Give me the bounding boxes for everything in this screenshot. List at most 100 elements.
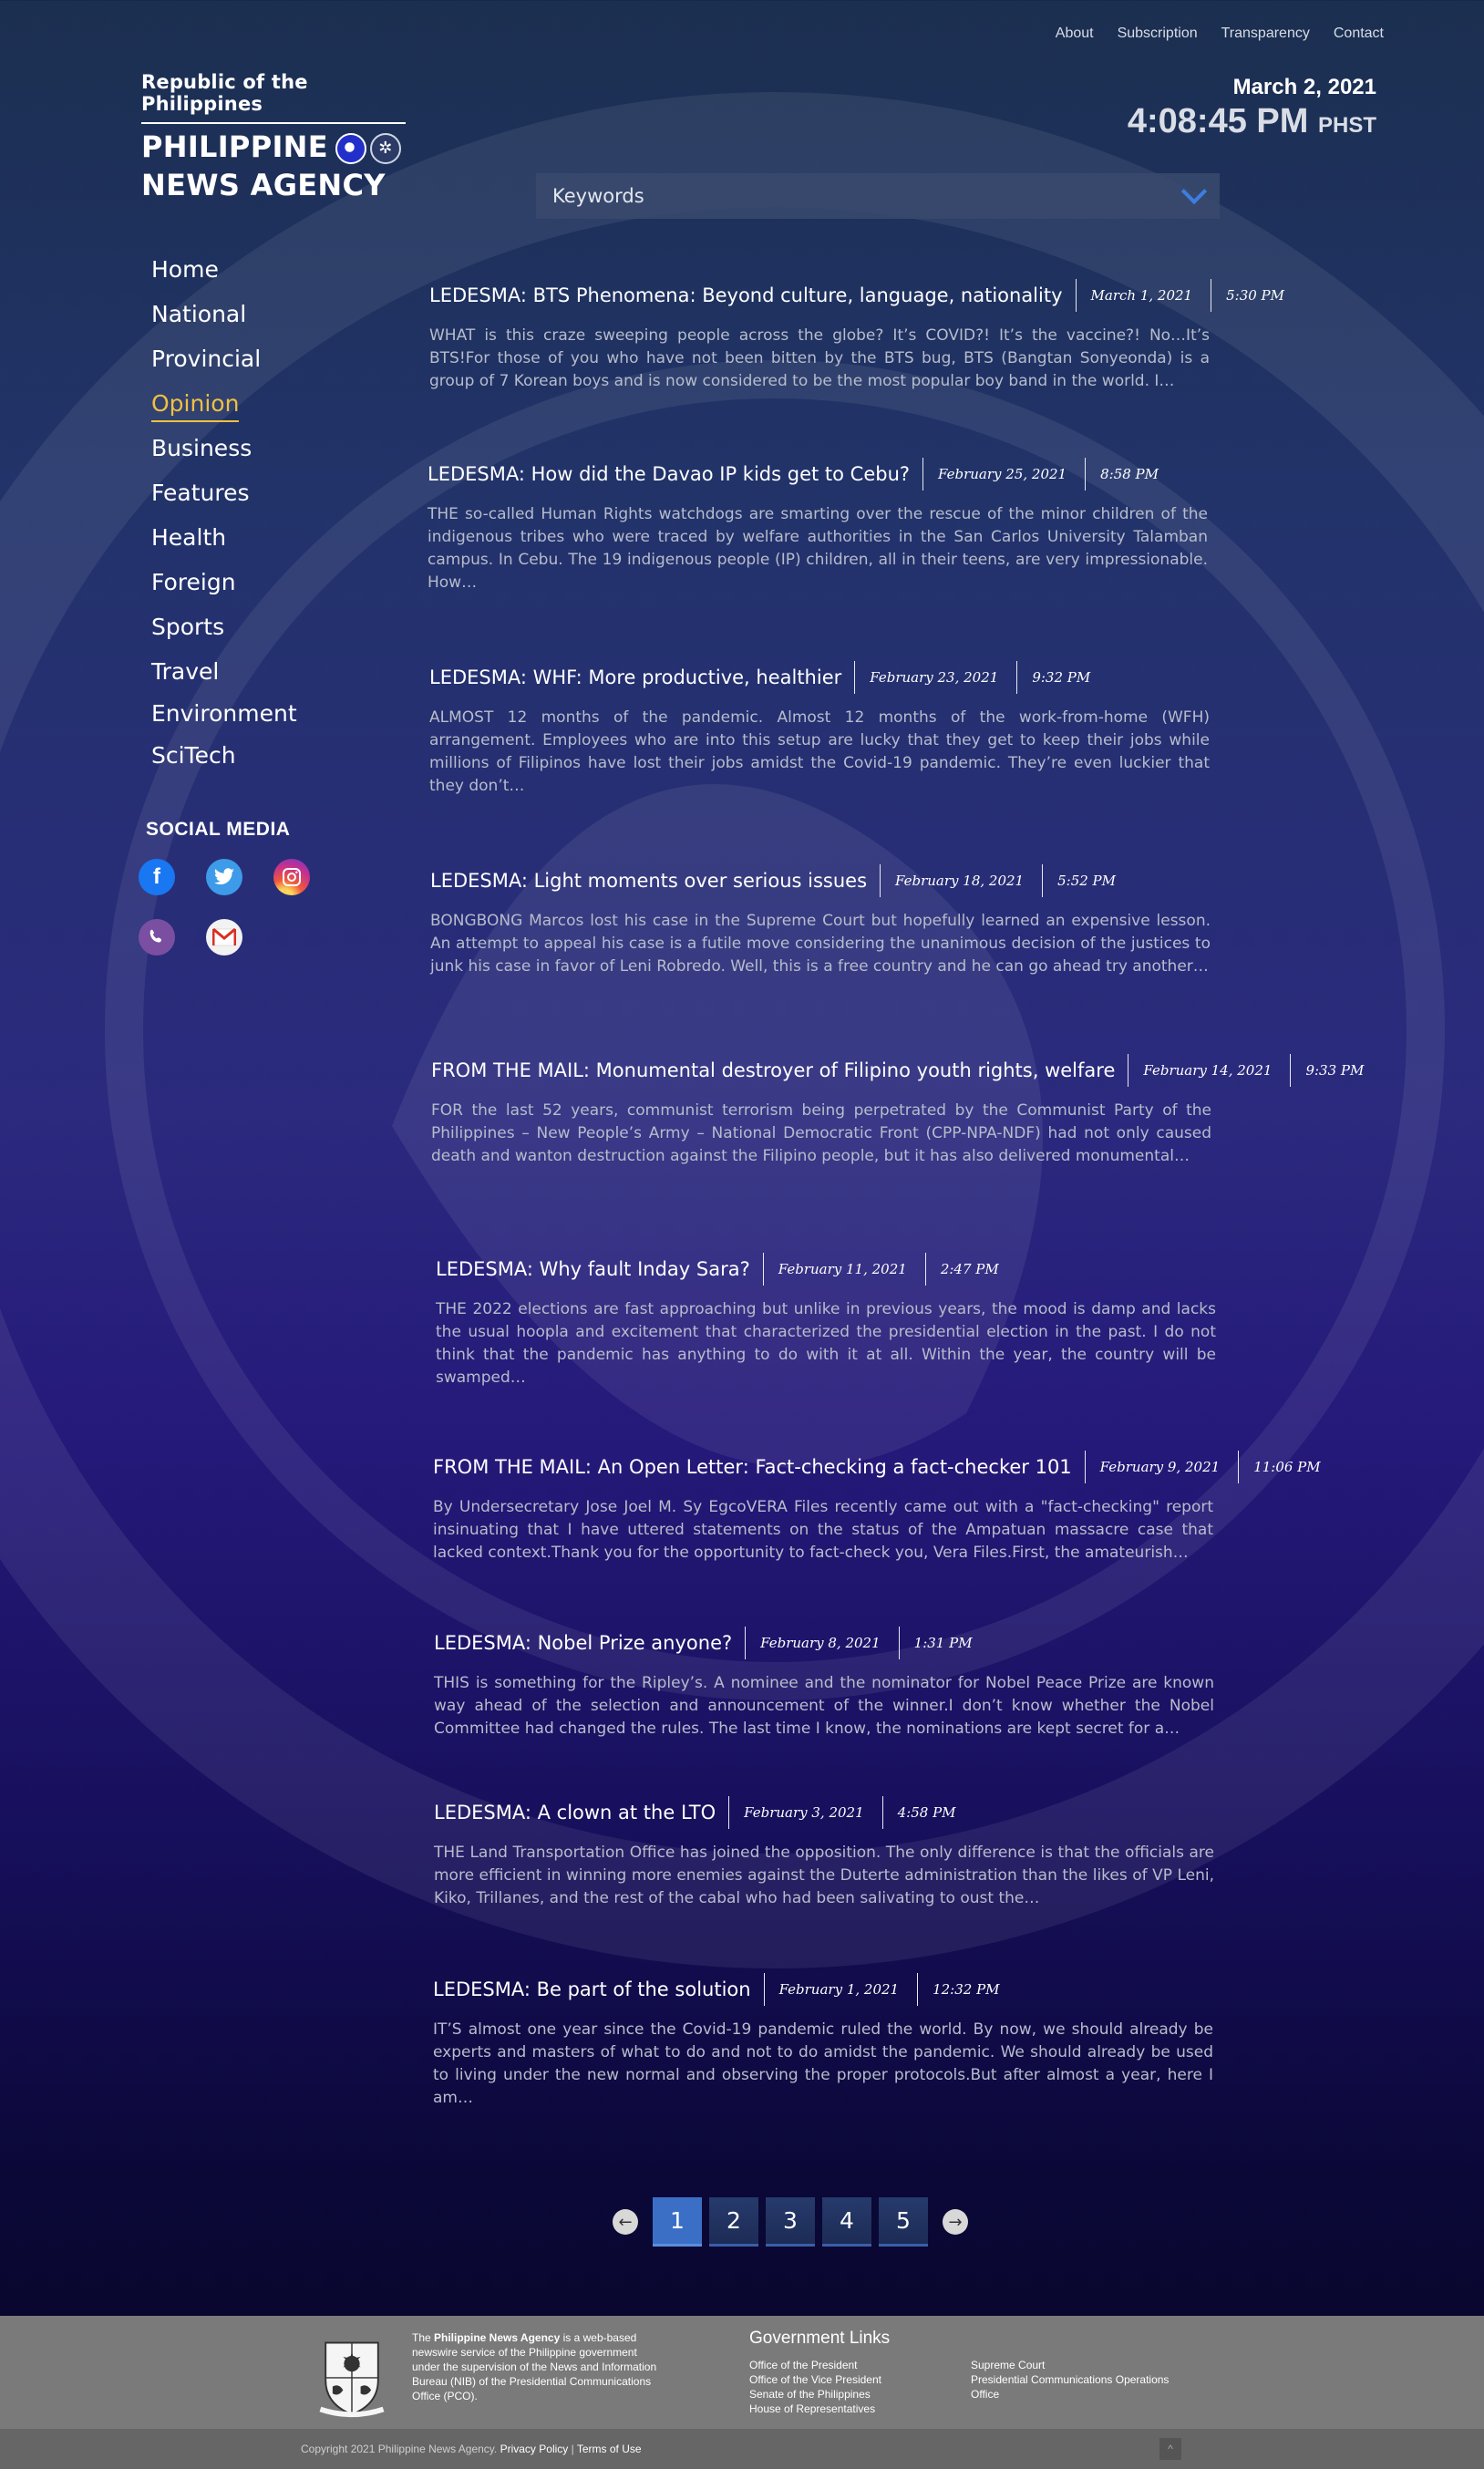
sidebar-item-provincial[interactable]: Provincial [151,341,297,386]
page-3-button[interactable]: 3 [766,2197,815,2247]
article-title-link[interactable]: FROM THE MAIL: An Open Letter: Fact-chec… [433,1456,1072,1478]
terms-of-use-link[interactable]: Terms of Use [577,2443,642,2455]
nav-transparency-link[interactable]: Transparency [1221,26,1310,42]
sidebar-item-scitech[interactable]: SciTech [151,738,297,782]
article-date: February 9, 2021 [1084,1451,1239,1483]
sidebar-item-features[interactable]: Features [151,475,297,520]
sidebar-item-environment[interactable]: Environment [151,696,297,738]
article-item: LEDESMA: Why fault Inday Sara? February … [436,1253,1229,1389]
pco-seal-icon: ✲ [369,133,401,164]
keywords-dropdown[interactable]: Keywords [536,173,1220,219]
facebook-icon[interactable]: f [139,859,175,895]
article-header: LEDESMA: Nobel Prize anyone? February 8,… [434,1627,1227,1659]
logo-line1: PHILIPPINE [141,129,328,164]
sidebar-item-health[interactable]: Health [151,520,297,564]
footer: The Philippine News Agency is a web-base… [0,2316,1484,2429]
article-date: February 25, 2021 [922,458,1085,491]
page-1-button[interactable]: 1 [653,2197,702,2247]
article-item: LEDESMA: Be part of the solution Februar… [433,1973,1226,2110]
next-page-arrow-icon[interactable]: → [943,2209,968,2235]
gov-link[interactable]: Office of the President [749,2358,881,2372]
article-time: 9:32 PM [1016,661,1090,694]
footer-agency-name: Philippine News Agency [434,2331,561,2344]
article-excerpt: FOR the last 52 years, communist terrori… [431,1101,1211,1165]
pna-seal-icon [335,133,366,164]
sidebar-item-home[interactable]: Home [151,252,297,296]
article-title-link[interactable]: LEDESMA: How did the Davao IP kids get t… [428,463,910,485]
gov-link[interactable]: Presidential Communications Operations O… [971,2372,1190,2402]
article-title-link[interactable]: LEDESMA: Be part of the solution [433,1978,751,2000]
logo-republic-text: Republic of the Philippines [141,71,406,124]
article-date: February 3, 2021 [728,1796,882,1829]
sidebar-item-business[interactable]: Business [151,430,297,475]
privacy-policy-link[interactable]: Privacy Policy [500,2443,569,2455]
article-date: February 18, 2021 [880,864,1042,897]
article-item: LEDESMA: Light moments over serious issu… [430,864,1223,978]
article-excerpt: THE Land Transportation Office has joine… [434,1844,1214,1907]
article-header: LEDESMA: Why fault Inday Sara? February … [436,1253,1229,1286]
social-media-title: SOCIAL MEDIA [146,819,291,840]
article-title-link[interactable]: LEDESMA: Light moments over serious issu… [430,870,867,892]
instagram-icon[interactable] [273,859,310,895]
timezone: PHST [1317,113,1376,138]
article-item: LEDESMA: BTS Phenomena: Beyond culture, … [429,279,1284,393]
article-excerpt: THE 2022 elections are fast approaching … [436,1300,1216,1387]
gov-link[interactable]: Office of the Vice President [749,2372,881,2387]
coat-of-arms-icon [319,2341,385,2418]
copyright-bar: Copyright 2021 Philippine News Agency. P… [0,2429,1484,2469]
sidebar-item-travel[interactable]: Travel [151,654,297,696]
logo-name: PHILIPPINE ✲ NEWS AGENCY [141,128,406,204]
article-time: 5:52 PM [1042,864,1116,897]
article-time: 9:33 PM [1290,1054,1364,1087]
article-item: LEDESMA: Nobel Prize anyone? February 8,… [434,1627,1227,1741]
article-header: LEDESMA: Light moments over serious issu… [430,864,1223,897]
article-item: LEDESMA: A clown at the LTO February 3, … [434,1796,1227,1910]
pna-logo[interactable]: Republic of the Philippines PHILIPPINE ✲ … [141,71,406,204]
article-excerpt: THIS is something for the Ripley’s. A no… [434,1674,1214,1738]
sidebar-item-national[interactable]: National [151,296,297,341]
article-title-link[interactable]: LEDESMA: BTS Phenomena: Beyond culture, … [429,284,1063,306]
gov-link[interactable]: Supreme Court [971,2358,1190,2372]
pagination: ← 1 2 3 4 5 → [605,2197,975,2247]
page-5-button[interactable]: 5 [879,2197,928,2247]
gov-link[interactable]: Senate of the Philippines [749,2387,881,2402]
article-header: FROM THE MAIL: Monumental destroyer of F… [431,1054,1364,1087]
gmail-icon[interactable] [206,919,242,956]
nav-subscription-link[interactable]: Subscription [1118,26,1198,42]
nav-contact-link[interactable]: Contact [1334,26,1384,42]
nav-about-link[interactable]: About [1056,26,1094,42]
article-item: LEDESMA: How did the Davao IP kids get t… [428,458,1221,594]
article-title-link[interactable]: LEDESMA: Why fault Inday Sara? [436,1258,750,1280]
sidebar-item-foreign[interactable]: Foreign [151,564,297,609]
back-to-top-icon[interactable]: ^ [1159,2438,1181,2460]
article-header: FROM THE MAIL: An Open Letter: Fact-chec… [433,1451,1321,1483]
article-excerpt: WHAT is this craze sweeping people acros… [429,326,1210,390]
twitter-icon[interactable] [206,859,242,895]
article-excerpt: ALMOST 12 months of the pandemic. Almost… [429,708,1210,795]
viber-icon[interactable] [139,919,175,956]
gov-link[interactable]: House of Representatives [749,2402,881,2416]
keywords-placeholder: Keywords [552,185,644,207]
article-title-link[interactable]: LEDESMA: WHF: More productive, healthier [429,666,841,688]
sidebar-item-sports[interactable]: Sports [151,609,297,654]
article-excerpt: THE so-called Human Rights watchdogs are… [428,505,1208,592]
article-item: FROM THE MAIL: An Open Letter: Fact-chec… [433,1451,1321,1565]
chevron-down-icon[interactable] [1180,178,1208,205]
article-header: LEDESMA: WHF: More productive, healthier… [429,661,1222,694]
copyright-text: Copyright 2021 Philippine News Agency. P… [301,2443,642,2455]
page-4-button[interactable]: 4 [822,2197,871,2247]
article-title-link[interactable]: FROM THE MAIL: Monumental destroyer of F… [431,1059,1115,1081]
sidebar-item-opinion[interactable]: Opinion [151,386,297,430]
article-time: 1:31 PM [898,1627,973,1659]
government-links-left: Office of the President Office of the Vi… [749,2358,881,2416]
government-links-right: Supreme Court Presidential Communication… [971,2358,1190,2402]
article-item: LEDESMA: WHF: More productive, healthier… [429,661,1222,798]
article-title-link[interactable]: LEDESMA: Nobel Prize anyone? [434,1632,732,1654]
prev-page-arrow-icon[interactable]: ← [613,2209,638,2235]
article-title-link[interactable]: LEDESMA: A clown at the LTO [434,1802,716,1823]
article-time: 2:47 PM [924,1253,999,1286]
page-2-button[interactable]: 2 [709,2197,758,2247]
current-time: 4:08:45 PM PHST [1128,102,1376,141]
article-excerpt: IT’S almost one year since the Covid-19 … [433,2020,1213,2107]
footer-about: The Philippine News Agency is a web-base… [412,2331,657,2402]
